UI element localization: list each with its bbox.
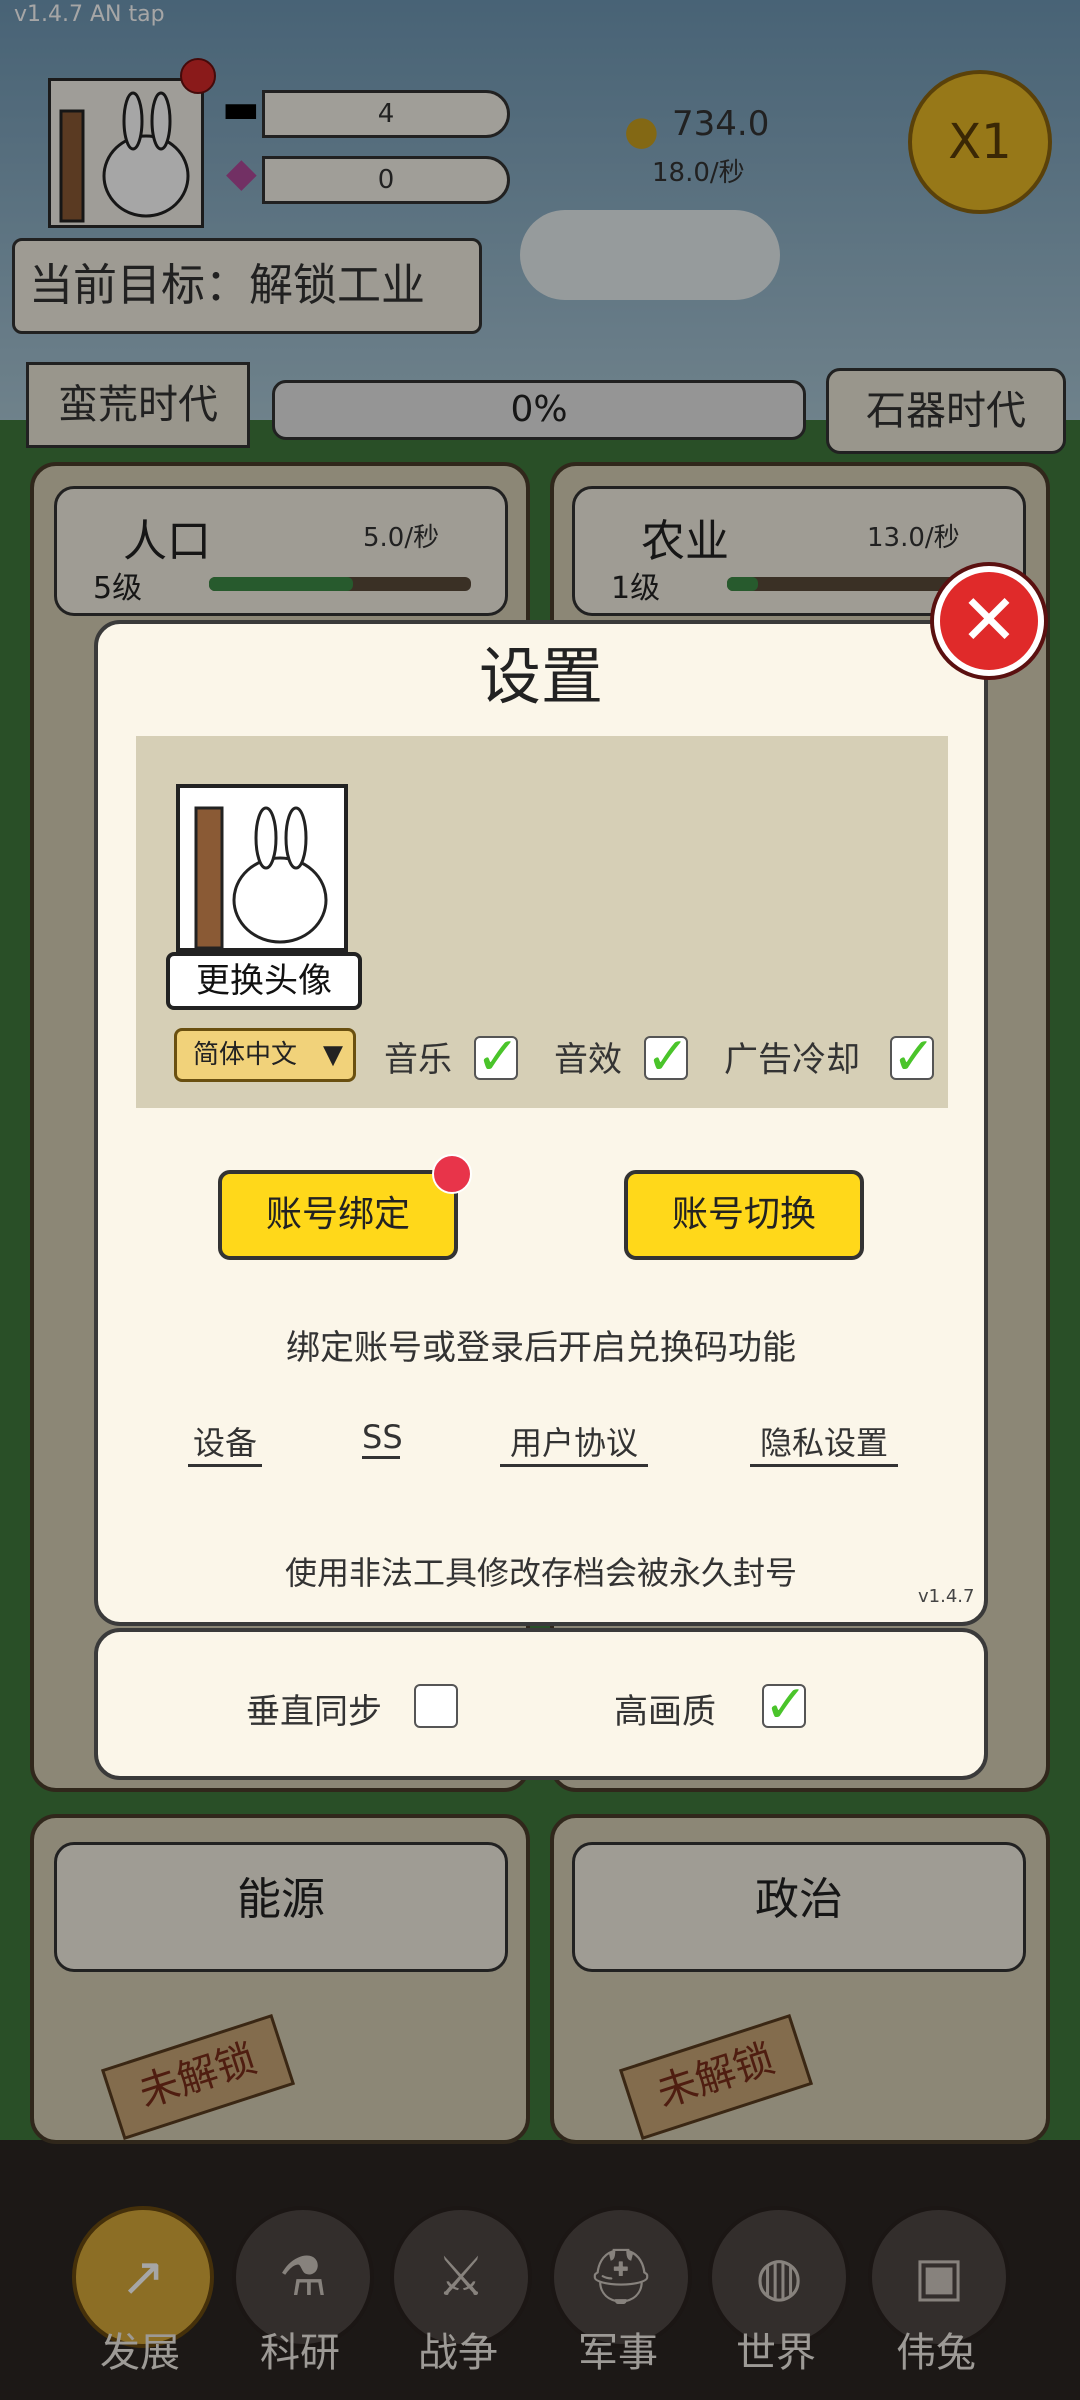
language-value: 简体中文	[193, 1040, 298, 1070]
switch-account-button[interactable]: 账号切换	[624, 1170, 864, 1260]
close-button[interactable]: ✕	[934, 566, 1044, 676]
vsync-checkbox[interactable]	[414, 1684, 458, 1728]
change-avatar-button[interactable]: 更换头像	[166, 952, 362, 1010]
bind-account-button[interactable]: 账号绑定	[218, 1170, 458, 1260]
close-icon: ✕	[959, 579, 1019, 661]
settings-dialog: 设置 更换头像 简体中文 ▼ 音乐 ✓ 音效 ✓ 广告冷却 ✓ 账号绑定 账号切…	[94, 620, 988, 1626]
rabbit-avatar-icon	[194, 806, 328, 950]
ad-cooldown-label: 广告冷却	[724, 1040, 860, 1080]
ss-link[interactable]: SS	[362, 1418, 403, 1459]
user-agreement-link[interactable]: 用户协议	[500, 1418, 648, 1467]
music-checkbox[interactable]: ✓	[474, 1031, 520, 1083]
vsync-label: 垂直同步	[246, 1692, 382, 1732]
sfx-label: 音效	[554, 1040, 622, 1080]
checkmark-icon: ✓	[476, 1027, 520, 1087]
notification-dot	[432, 1154, 472, 1194]
profile-avatar	[176, 784, 348, 952]
graphics-options: 垂直同步 高画质 ✓	[94, 1628, 988, 1780]
privacy-settings-link[interactable]: 隐私设置	[750, 1418, 898, 1467]
profile-section: 更换头像 简体中文 ▼ 音乐 ✓ 音效 ✓ 广告冷却 ✓	[136, 736, 948, 1108]
music-label: 音乐	[384, 1040, 452, 1080]
language-select[interactable]: 简体中文 ▼	[174, 1028, 356, 1082]
version-label: v1.4.7	[918, 1586, 975, 1607]
anti-cheat-warning: 使用非法工具修改存档会被永久封号	[284, 1554, 797, 1592]
sfx-checkbox[interactable]: ✓	[644, 1031, 690, 1083]
chevron-down-icon: ▼	[323, 1040, 343, 1070]
device-link[interactable]: 设备	[188, 1418, 262, 1467]
ad-cooldown-checkbox[interactable]: ✓	[890, 1031, 936, 1083]
checkmark-icon: ✓	[892, 1027, 936, 1087]
hq-label: 高画质	[614, 1692, 716, 1732]
settings-title: 设置	[478, 640, 603, 713]
checkmark-icon: ✓	[764, 1675, 808, 1735]
checkmark-icon: ✓	[646, 1027, 690, 1087]
bind-note: 绑定账号或登录后开启兑换码功能	[286, 1328, 796, 1368]
hq-checkbox[interactable]: ✓	[762, 1679, 808, 1731]
